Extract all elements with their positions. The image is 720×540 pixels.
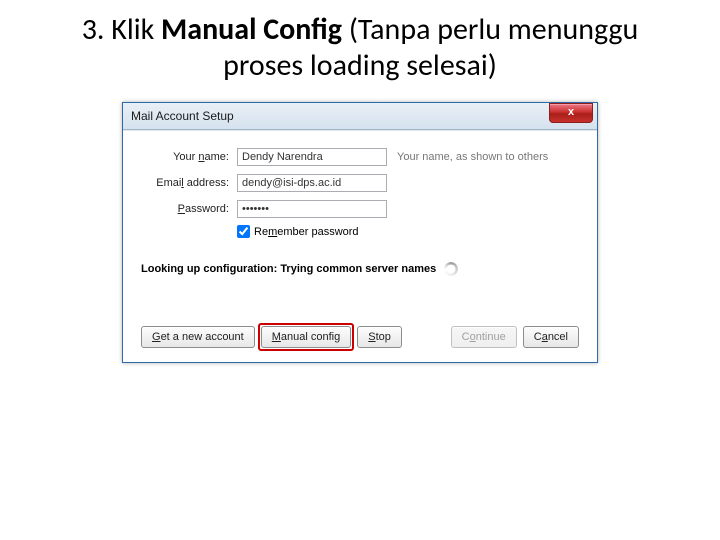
status-row: Looking up configuration: Trying common … bbox=[141, 262, 579, 276]
row-email: Email address: bbox=[141, 173, 579, 193]
button-row: Get a new account Manual config Stop Con… bbox=[141, 320, 579, 348]
dialog-title: Mail Account Setup bbox=[131, 109, 234, 123]
status-detail: Trying common server names bbox=[280, 263, 436, 275]
label-password: Password: bbox=[141, 203, 237, 215]
mail-account-setup-dialog: Mail Account Setup x Your name: Your nam… bbox=[122, 102, 598, 363]
row-remember: Remember password bbox=[237, 225, 579, 238]
password-input[interactable] bbox=[237, 200, 387, 218]
close-button[interactable]: x bbox=[549, 103, 593, 123]
row-your-name: Your name: Your name, as shown to others bbox=[141, 147, 579, 167]
label-your-name: Your name: bbox=[141, 151, 237, 163]
stop-button[interactable]: Stop bbox=[357, 326, 402, 348]
slide-title-prefix: 3. Klik bbox=[82, 11, 161, 48]
your-name-input[interactable] bbox=[237, 148, 387, 166]
status-prefix: Looking up configuration: bbox=[141, 263, 280, 275]
slide-title-bold: Manual Config bbox=[161, 11, 342, 48]
manual-config-highlight: Manual config bbox=[261, 326, 352, 348]
loading-spinner-icon bbox=[444, 262, 458, 276]
slide-title: 3. Klik Manual Config (Tanpa perlu menun… bbox=[0, 0, 720, 92]
dialog-content: Your name: Your name, as shown to others… bbox=[123, 130, 597, 362]
label-email: Email address: bbox=[141, 177, 237, 189]
remember-password-checkbox[interactable] bbox=[237, 225, 250, 238]
continue-button[interactable]: Continue bbox=[451, 326, 517, 348]
status-text: Looking up configuration: Trying common … bbox=[141, 263, 436, 275]
get-new-account-button[interactable]: Get a new account bbox=[141, 326, 255, 348]
email-input[interactable] bbox=[237, 174, 387, 192]
hint-your-name: Your name, as shown to others bbox=[397, 151, 548, 163]
remember-password-label: Remember password bbox=[254, 226, 359, 238]
titlebar: Mail Account Setup x bbox=[123, 103, 597, 130]
cancel-button[interactable]: Cancel bbox=[523, 326, 579, 348]
manual-config-button[interactable]: Manual config bbox=[261, 326, 352, 348]
row-password: Password: bbox=[141, 199, 579, 219]
